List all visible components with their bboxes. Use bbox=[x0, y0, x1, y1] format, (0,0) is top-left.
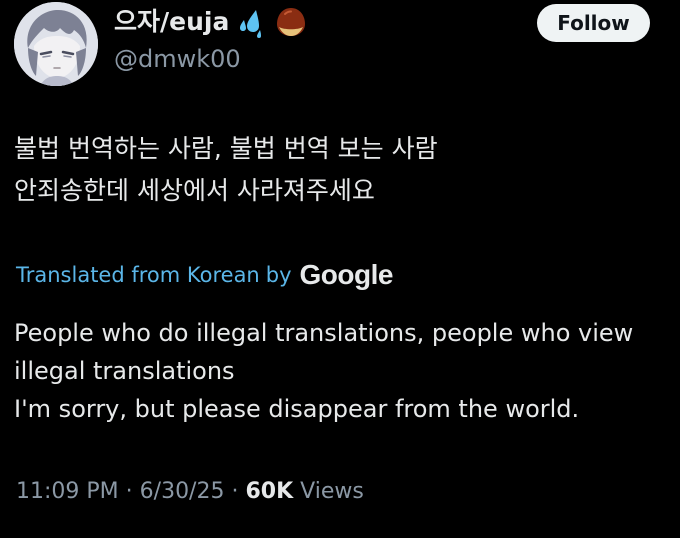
translated-post-text: People who do illegal translations, peop… bbox=[14, 314, 674, 428]
follow-button[interactable]: Follow bbox=[537, 4, 650, 42]
translated-line: I'm sorry, but please disappear from the… bbox=[14, 395, 580, 423]
translated-from-link[interactable]: Translated from Korean bbox=[16, 263, 260, 287]
chestnut-icon bbox=[274, 5, 308, 43]
views-label: Views bbox=[300, 479, 364, 504]
translation-attribution: Translated from Korean by Google bbox=[16, 258, 393, 292]
display-name[interactable]: 으자/euja bbox=[114, 6, 229, 38]
sweat-droplets-icon bbox=[236, 8, 268, 44]
post-date[interactable]: 6/30/25 bbox=[140, 479, 225, 504]
original-line: 안죄송한데 세상에서 사라져주세요 bbox=[14, 176, 375, 205]
meta-separator: · bbox=[231, 479, 239, 504]
views-count[interactable]: 60K bbox=[245, 479, 293, 504]
post-time[interactable]: 11:09 PM bbox=[16, 479, 119, 504]
original-line: 불법 번역하는 사람, 불법 번역 보는 사람 bbox=[14, 134, 438, 163]
translated-line: illegal translations bbox=[14, 357, 235, 385]
handle[interactable]: @dmwk00 bbox=[114, 44, 241, 74]
post-meta: 11:09 PM · 6/30/25 · 60K Views bbox=[16, 476, 364, 508]
tweet: 으자/euja @dmwk00 Follow 불법 번역하는 사람, 불법 번역… bbox=[0, 0, 680, 538]
google-logo: Google bbox=[299, 259, 394, 290]
original-post-text: 불법 번역하는 사람, 불법 번역 보는 사람 안죄송한데 세상에서 사라져주세… bbox=[14, 128, 438, 212]
avatar[interactable] bbox=[14, 2, 98, 86]
avatar-image bbox=[14, 2, 98, 86]
meta-separator: · bbox=[125, 479, 133, 504]
translation-by-text: by bbox=[265, 263, 292, 287]
translated-line: People who do illegal translations, peop… bbox=[14, 319, 634, 347]
